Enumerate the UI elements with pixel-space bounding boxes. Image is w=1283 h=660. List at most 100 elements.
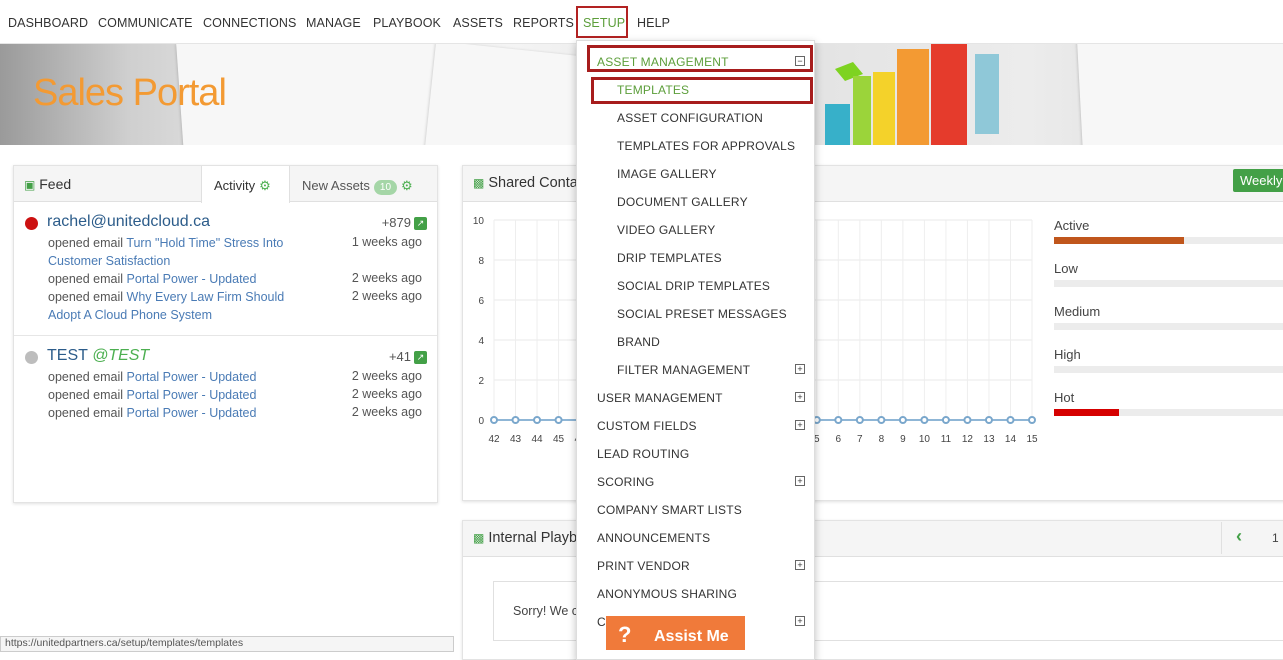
activity-time: 1 weeks ago bbox=[351, 235, 422, 249]
nav-playbook[interactable]: PLAYBOOK bbox=[373, 16, 441, 30]
data-point[interactable] bbox=[898, 416, 907, 424]
menu-user-management[interactable]: USER MANAGEMENT bbox=[597, 391, 723, 405]
asset-management-highlight bbox=[587, 45, 813, 72]
menu-asset-configuration[interactable]: ASSET CONFIGURATION bbox=[617, 111, 763, 125]
contact-name-text: TEST bbox=[47, 347, 88, 364]
lead-status-fill bbox=[1054, 409, 1119, 416]
activity-time: 2 weeks ago bbox=[351, 271, 422, 285]
data-point[interactable] bbox=[920, 416, 929, 424]
activity-time: 2 weeks ago bbox=[351, 369, 422, 383]
lead-status-track bbox=[1054, 366, 1283, 373]
y-tick-label: 6 bbox=[478, 296, 484, 307]
nav-reports[interactable]: REPORTS bbox=[513, 16, 574, 30]
menu-image-gallery[interactable]: IMAGE GALLERY bbox=[617, 167, 717, 181]
nav-connections[interactable]: CONNECTIONS bbox=[203, 16, 296, 30]
gears-icon: ⚙ bbox=[401, 178, 413, 193]
expand-icon[interactable]: + bbox=[795, 420, 805, 430]
activity-line: opened email Portal Power - Updated bbox=[48, 270, 308, 288]
menu-lead-routing[interactable]: LEAD ROUTING bbox=[597, 447, 689, 461]
data-point[interactable] bbox=[533, 416, 542, 424]
internal-title: ▩ Internal Playb bbox=[473, 530, 577, 546]
weekly-button[interactable]: Weekly bbox=[1233, 169, 1283, 192]
rss-icon: ▣ bbox=[24, 178, 36, 192]
expand-icon[interactable]: + bbox=[795, 392, 805, 402]
menu-anonymous-sharing[interactable]: ANONYMOUS SHARING bbox=[597, 587, 737, 601]
pager: ‹ 1 bbox=[1221, 522, 1283, 554]
tab-new-assets[interactable]: New Assets 10 ⚙ bbox=[302, 166, 413, 203]
menu-company-smart-lists[interactable]: COMPANY SMART LISTS bbox=[597, 503, 742, 517]
contact-name[interactable]: TEST @TEST bbox=[47, 347, 149, 365]
menu-custom-fields[interactable]: CUSTOM FIELDS bbox=[597, 419, 697, 433]
data-point[interactable] bbox=[1006, 416, 1015, 424]
menu-document-gallery[interactable]: DOCUMENT GALLERY bbox=[617, 195, 748, 209]
activity-prefix: opened email bbox=[48, 370, 127, 384]
email-link[interactable]: Portal Power - Updated bbox=[127, 388, 257, 402]
email-link[interactable]: Portal Power - Updated bbox=[127, 370, 257, 384]
lead-status-label: High bbox=[1054, 347, 1081, 362]
email-link[interactable]: Portal Power - Updated bbox=[127, 406, 257, 420]
nav-dashboard[interactable]: DASHBOARD bbox=[8, 16, 88, 30]
menu-brand[interactable]: BRAND bbox=[617, 335, 660, 349]
feed-panel: ▣ Feed Activity ⚙ New Assets 10 ⚙ rachel@un… bbox=[13, 165, 438, 503]
open-contact-icon[interactable]: ↗ bbox=[414, 351, 427, 364]
lead-status-label: Medium bbox=[1054, 304, 1101, 319]
setup-dropdown-menu: ASSET MANAGEMENT − TEMPLATES ASSET CONFI… bbox=[576, 40, 815, 660]
data-point[interactable] bbox=[1028, 416, 1036, 424]
menu-video-gallery[interactable]: VIDEO GALLERY bbox=[617, 223, 715, 237]
contact-name[interactable]: rachel@unitedcloud.ca bbox=[47, 213, 210, 231]
nav-communicate[interactable]: COMMUNICATE bbox=[98, 16, 193, 30]
x-tick-label: 14 bbox=[1005, 434, 1017, 445]
empty-state-message: Sorry! We c bbox=[513, 604, 579, 618]
data-point[interactable] bbox=[511, 416, 520, 424]
expand-icon[interactable]: + bbox=[795, 364, 805, 374]
data-point[interactable] bbox=[855, 416, 864, 424]
data-point[interactable] bbox=[963, 416, 972, 424]
expand-icon[interactable]: + bbox=[795, 616, 805, 626]
menu-scoring[interactable]: SCORING bbox=[597, 475, 654, 489]
portal-title: Sales Portal bbox=[33, 72, 227, 114]
activity-prefix: opened email bbox=[48, 272, 127, 286]
lead-status-track bbox=[1054, 409, 1283, 416]
menu-social-drip-templates[interactable]: SOCIAL DRIP TEMPLATES bbox=[617, 279, 770, 293]
nav-assets[interactable]: ASSETS bbox=[453, 16, 503, 30]
activity-line: opened email Why Every Law Firm Should A… bbox=[48, 288, 303, 324]
tab-activity[interactable]: Activity ⚙ bbox=[201, 166, 290, 203]
page-number[interactable]: 1 bbox=[1272, 531, 1279, 545]
data-point[interactable] bbox=[554, 416, 563, 424]
shared-title: ▩ Shared Conta bbox=[473, 175, 578, 191]
assist-me-button[interactable]: ? Assist Me bbox=[606, 616, 745, 650]
x-tick-label: 9 bbox=[900, 434, 906, 445]
open-contact-icon[interactable]: ↗ bbox=[414, 217, 427, 230]
activity-line: opened email Portal Power - Updated bbox=[48, 368, 308, 386]
menu-filter-management[interactable]: FILTER MANAGEMENT bbox=[617, 363, 750, 377]
internal-title-text: Internal Playb bbox=[488, 530, 578, 546]
menu-print-vendor[interactable]: PRINT VENDOR bbox=[597, 559, 690, 573]
activity-prefix: opened email bbox=[48, 290, 127, 304]
divider bbox=[14, 335, 437, 336]
data-point[interactable] bbox=[490, 416, 498, 424]
email-link[interactable]: Portal Power - Updated bbox=[127, 272, 257, 286]
y-tick-label: 10 bbox=[473, 216, 485, 227]
menu-item-partial[interactable]: C bbox=[597, 615, 606, 629]
expand-icon[interactable]: + bbox=[795, 560, 805, 570]
menu-drip-templates[interactable]: DRIP TEMPLATES bbox=[617, 251, 722, 265]
data-point[interactable] bbox=[877, 416, 886, 424]
menu-social-preset-messages[interactable]: SOCIAL PRESET MESSAGES bbox=[617, 307, 787, 321]
question-icon: ? bbox=[618, 622, 632, 647]
new-assets-count-badge: 10 bbox=[373, 180, 398, 195]
status-dot bbox=[25, 351, 38, 364]
chevron-left-icon[interactable]: ‹ bbox=[1236, 526, 1242, 547]
menu-templates-for-approvals[interactable]: TEMPLATES FOR APPROVALS bbox=[617, 139, 795, 153]
activity-line: opened email Turn "Hold Time" Stress Int… bbox=[48, 234, 308, 270]
score: +879 bbox=[381, 215, 411, 230]
expand-icon[interactable]: + bbox=[795, 476, 805, 486]
tab-activity-label: Activity bbox=[214, 178, 256, 193]
nav-manage[interactable]: MANAGE bbox=[306, 16, 361, 30]
menu-announcements[interactable]: ANNOUNCEMENTS bbox=[597, 531, 710, 545]
data-point[interactable] bbox=[984, 416, 993, 424]
nav-help[interactable]: HELP bbox=[637, 16, 670, 30]
data-point[interactable] bbox=[941, 416, 950, 424]
y-tick-label: 4 bbox=[478, 336, 484, 347]
lead-status-label: Hot bbox=[1054, 390, 1075, 405]
data-point[interactable] bbox=[834, 416, 843, 424]
